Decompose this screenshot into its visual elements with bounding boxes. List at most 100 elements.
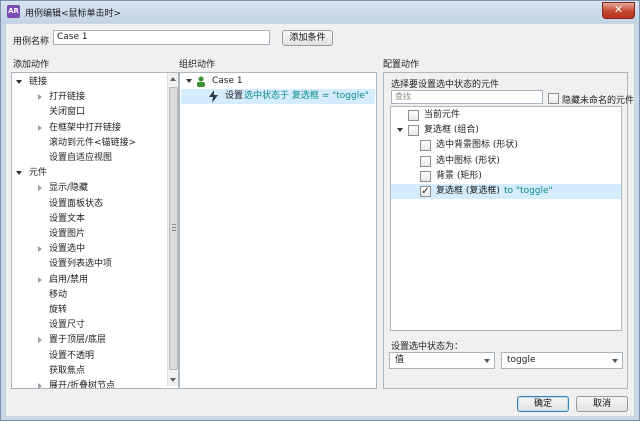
organize-actions-panel: Case 1 设置 选中状态于 复选框 = "toggle": [179, 72, 377, 389]
action-item[interactable]: 移动: [12, 288, 162, 303]
item-label: 旋转: [49, 305, 68, 315]
item-label: 设置选中: [49, 244, 86, 255]
item-label: 在框架中打开链接: [49, 122, 122, 133]
expand-icon[interactable]: [38, 124, 42, 131]
tree-node[interactable]: 复选框 (组合): [391, 123, 621, 138]
item-label: 设置面板状态: [49, 198, 104, 209]
action-item[interactable]: 旋转: [12, 303, 162, 318]
action-row-set-selected[interactable]: 设置 选中状态于 复选框 = "toggle": [181, 89, 375, 104]
expand-icon[interactable]: [38, 337, 42, 344]
tree-node-checkbox[interactable]: [420, 140, 431, 152]
action-item[interactable]: 置于顶层/底层: [12, 333, 162, 348]
item-label: 设置列表选中项: [49, 259, 113, 270]
item-label: 显示/隐藏: [49, 183, 89, 194]
case-row[interactable]: Case 1: [180, 74, 376, 89]
action-item[interactable]: 设置列表选中项: [12, 257, 162, 272]
chevron-down-icon: [612, 359, 618, 363]
scroll-thumb[interactable]: [169, 87, 178, 370]
tree-node[interactable]: 选中背景图标 (形状): [391, 138, 621, 153]
case-editor-dialog: AR 用例编辑<鼠标单击时> ✕ 用例名称 Case 1 添加条件 添加动作 组…: [0, 0, 640, 421]
action-item[interactable]: 设置面板状态: [12, 197, 162, 212]
expand-icon[interactable]: [38, 185, 42, 192]
action-item[interactable]: 启用/禁用: [12, 273, 162, 288]
ok-button[interactable]: 确定: [517, 396, 569, 412]
scroll-down-icon[interactable]: [170, 378, 176, 382]
action-item[interactable]: 在框架中打开链接: [12, 121, 162, 136]
collapse-icon[interactable]: [186, 79, 192, 83]
tree-node[interactable]: ✓ 复选框 (复选框) to "toggle": [391, 184, 621, 199]
element-search-input[interactable]: 查找: [391, 90, 543, 104]
item-label: 关闭窗口: [49, 107, 86, 118]
case-name-label: 用例名称: [13, 37, 50, 47]
action-item[interactable]: 滚动到元件<锚链接>: [12, 136, 162, 151]
configure-actions-heading: 配置动作: [383, 60, 420, 70]
value-text: toggle: [507, 355, 536, 365]
tree-node-checkbox[interactable]: [420, 170, 431, 182]
action-item[interactable]: 设置选中: [12, 242, 162, 257]
person-icon: [196, 76, 206, 87]
grip-line: [172, 224, 176, 225]
tree-node-checkbox[interactable]: [408, 125, 419, 137]
tree-node-label: 复选框 (组合): [424, 125, 479, 136]
add-actions-scrollbar[interactable]: [167, 73, 178, 386]
expand-icon[interactable]: [38, 246, 42, 253]
action-item[interactable]: 获取焦点: [12, 364, 162, 379]
item-label: 设置自适应视图: [49, 153, 113, 163]
tree-node-checkbox[interactable]: ✓: [420, 186, 431, 197]
collapse-icon[interactable]: [16, 80, 22, 84]
action-item[interactable]: 设置图片: [12, 227, 162, 242]
tree-node-checkbox[interactable]: [420, 155, 431, 167]
cancel-button[interactable]: 取消: [576, 396, 628, 412]
value-type-select[interactable]: 值: [389, 352, 495, 369]
app-logo-icon: AR: [7, 5, 20, 18]
action-item[interactable]: 关闭窗口: [12, 105, 162, 120]
action-item[interactable]: 设置不透明: [12, 349, 162, 364]
dialog-body: 用例名称 Case 1 添加条件 添加动作 组织动作 配置动作 链接打开链接关闭…: [6, 24, 634, 416]
action-item[interactable]: 打开链接: [12, 90, 162, 105]
expand-icon[interactable]: [38, 383, 42, 388]
category-row[interactable]: 元件: [12, 166, 162, 181]
tree-node[interactable]: 选中图标 (形状): [391, 154, 621, 169]
item-label: 滚动到元件<锚链接>: [49, 137, 137, 148]
item-label: 链接: [29, 77, 48, 87]
action-item[interactable]: 展开/折叠树节点: [12, 379, 162, 388]
tree-node-label: 选中背景图标 (形状): [436, 140, 518, 151]
title-bar: AR 用例编辑<鼠标单击时> ✕: [1, 1, 639, 23]
action-item[interactable]: 设置尺寸: [12, 318, 162, 333]
item-label: 移动: [49, 289, 68, 300]
value-select[interactable]: toggle: [501, 352, 623, 369]
tree-node-label: 选中图标 (形状): [436, 155, 500, 166]
category-row[interactable]: 链接: [12, 75, 162, 90]
action-item[interactable]: 设置文本: [12, 212, 162, 227]
expand-icon[interactable]: [38, 276, 42, 283]
tree-node[interactable]: 当前元件: [391, 108, 621, 123]
item-label: 设置尺寸: [49, 320, 86, 331]
hide-unnamed-label: 隐藏未命名的元件: [562, 96, 635, 106]
lightning-icon: [209, 90, 218, 103]
tree-node[interactable]: 背景 (矩形): [391, 169, 621, 184]
add-condition-button[interactable]: 添加条件: [282, 30, 333, 46]
grip-line: [172, 230, 176, 231]
item-label: 设置图片: [49, 229, 86, 239]
configure-subheading: 选择要设置选中状态的元件: [391, 80, 500, 90]
scroll-up-icon[interactable]: [170, 77, 176, 81]
item-label: 启用/禁用: [49, 274, 89, 285]
tree-node-label: 当前元件: [424, 110, 461, 120]
item-label: 设置不透明: [49, 350, 95, 361]
tree-node-checkbox[interactable]: [408, 110, 419, 121]
action-item[interactable]: 设置自适应视图: [12, 151, 162, 166]
tree-node-label: 背景 (矩形): [436, 170, 482, 181]
collapse-icon[interactable]: [397, 128, 403, 133]
add-actions-heading: 添加动作: [13, 60, 50, 70]
window-title: 用例编辑<鼠标单击时>: [25, 9, 122, 19]
hide-unnamed-checkbox[interactable]: [548, 93, 559, 104]
chevron-down-icon: [484, 359, 490, 363]
set-state-label: 设置选中状态为：: [391, 342, 464, 352]
collapse-icon[interactable]: [16, 171, 22, 176]
case-name-input[interactable]: Case 1: [53, 30, 270, 45]
expand-icon[interactable]: [38, 94, 42, 101]
close-button[interactable]: ✕: [602, 2, 635, 19]
element-tree: 当前元件复选框 (组合) 选中背景图标 (形状) 选中图标 (形状) 背景 (矩形) ✓…: [390, 106, 622, 331]
action-item[interactable]: 显示/隐藏: [12, 181, 162, 196]
organize-actions-heading: 组织动作: [179, 60, 216, 70]
